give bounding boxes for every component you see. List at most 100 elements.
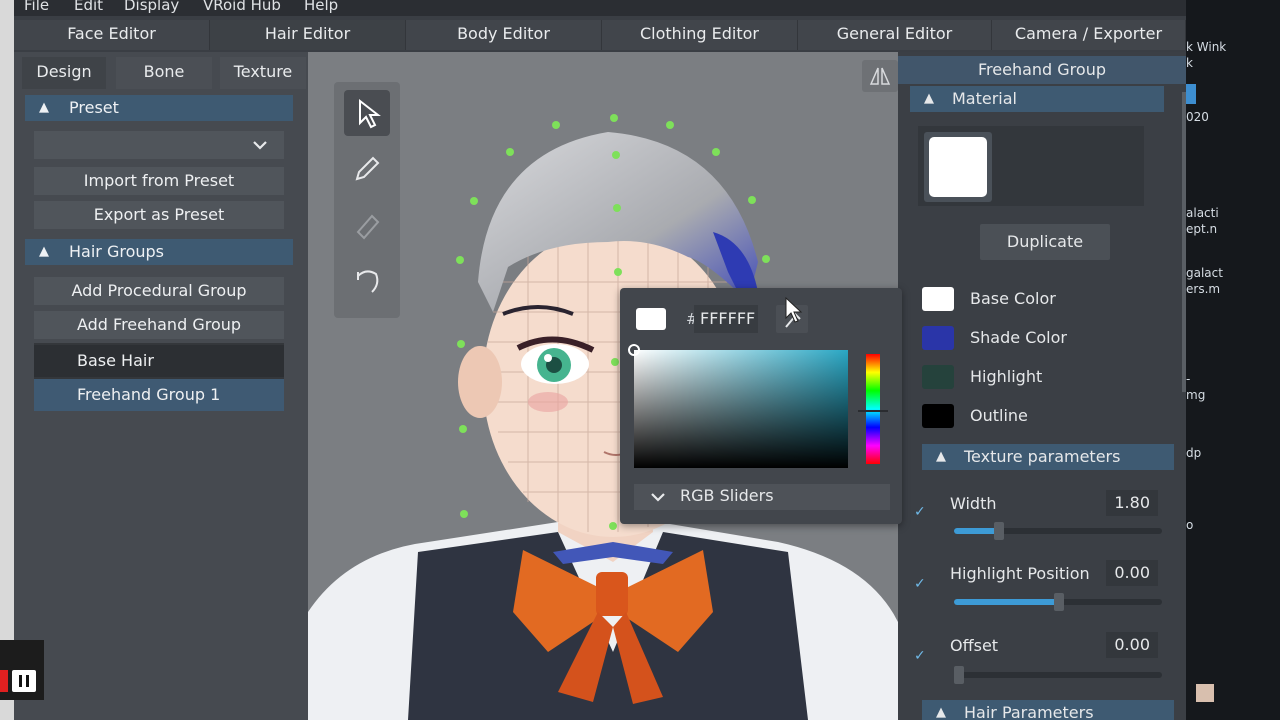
collapse-arrow-icon: ▲ [924, 91, 934, 106]
strip-text: mg [1186, 388, 1206, 402]
duplicate-button[interactable]: Duplicate [980, 224, 1110, 260]
strip-text: galact [1186, 266, 1223, 280]
strip-thumbnail [1196, 684, 1214, 702]
strip-text: - [1186, 372, 1191, 386]
highlight-position-param: ✓ Highlight Position 0.00 [898, 552, 1186, 612]
curve-tool-button[interactable] [344, 258, 390, 304]
offset-slider[interactable] [954, 666, 1162, 684]
preset-dropdown[interactable] [34, 131, 284, 159]
hue-slider[interactable] [866, 354, 880, 464]
strip-highlight [1186, 84, 1196, 104]
tool-rail [334, 82, 400, 318]
highlight-swatch[interactable] [922, 365, 954, 389]
draw-tool-button[interactable] [344, 146, 390, 192]
pause-button[interactable] [12, 670, 36, 692]
tab-clothing-editor[interactable]: Clothing Editor [602, 20, 798, 50]
highlight-position-value[interactable]: 0.00 [1106, 560, 1158, 586]
base-color-swatch[interactable] [922, 287, 954, 311]
rgb-sliders-toggle[interactable]: RGB Sliders [634, 484, 890, 510]
material-section-header[interactable]: ▲ Material [910, 86, 1164, 112]
record-indicator [0, 670, 8, 692]
tab-body-editor[interactable]: Body Editor [406, 20, 602, 50]
material-slot-selected[interactable] [924, 132, 992, 202]
chevron-down-icon [651, 493, 665, 502]
import-from-preset-button[interactable]: Import from Preset [34, 167, 284, 195]
hair-parameters-title: Hair Parameters [964, 703, 1094, 720]
collapse-arrow-icon: ▲ [39, 244, 49, 259]
material-thumbnail [929, 137, 987, 197]
collapse-arrow-icon: ▲ [936, 449, 946, 464]
width-value[interactable]: 1.80 [1106, 490, 1158, 516]
outline-swatch[interactable] [922, 404, 954, 428]
saturation-value-field[interactable] [628, 344, 848, 468]
highlight-position-slider[interactable] [954, 593, 1162, 611]
color-field-cursor[interactable] [628, 344, 640, 356]
slider-knob[interactable] [1054, 593, 1064, 611]
color-picker-popup: # FFFFFF RGB Sliders [620, 288, 902, 524]
offset-label: Offset [950, 636, 999, 655]
strip-text: 020 [1186, 110, 1209, 124]
pause-icon [19, 675, 29, 687]
vroid-studio-window: File Edit Display VRoid Hub Help Face Ed… [14, 0, 1186, 720]
list-item-freehand-group-1[interactable]: Freehand Group 1 [34, 379, 284, 411]
erase-tool-button[interactable] [344, 202, 390, 248]
tab-camera-exporter[interactable]: Camera / Exporter [992, 20, 1186, 50]
offset-value[interactable]: 0.00 [1106, 632, 1158, 658]
width-checkbox[interactable]: ✓ [914, 504, 930, 520]
mirror-icon [869, 67, 891, 85]
tab-general-editor[interactable]: General Editor [798, 20, 992, 50]
hair-groups-title: Hair Groups [69, 242, 164, 261]
width-slider[interactable] [954, 522, 1162, 540]
editor-tabs: Face Editor Hair Editor Body Editor Clot… [14, 16, 1186, 52]
strip-text: k [1186, 56, 1193, 70]
hair-parameters-header[interactable]: ▲ Hair Parameters [922, 700, 1174, 720]
strip-text: dp [1186, 446, 1202, 460]
strip-text: ers.m [1186, 282, 1221, 296]
right-panel: Freehand Group ▲ Material Duplicate Base… [898, 52, 1186, 720]
cursor-arrow-icon [359, 98, 381, 129]
export-as-preset-button[interactable]: Export as Preset [34, 201, 284, 229]
highlight-position-checkbox[interactable]: ✓ [914, 576, 930, 592]
slider-fill [954, 599, 1058, 605]
base-color-label: Base Color [970, 289, 1056, 308]
mirror-toggle-button[interactable] [862, 60, 898, 92]
hair-groups-section-header[interactable]: ▲ Hair Groups [25, 239, 293, 265]
add-freehand-group-button[interactable]: Add Freehand Group [34, 311, 284, 339]
strip-text: ept.n [1186, 222, 1218, 236]
recording-overlay [0, 640, 44, 700]
width-param: ✓ Width 1.80 [898, 482, 1186, 542]
background-window-right: k Wink k 020 alacti ept.n galact ers.m -… [1186, 0, 1280, 720]
slider-knob[interactable] [954, 666, 964, 684]
subtab-bone[interactable]: Bone [116, 57, 212, 89]
material-slot-list [918, 126, 1144, 206]
slider-knob[interactable] [994, 522, 1004, 540]
chevron-down-icon [253, 141, 267, 150]
eraser-icon [356, 214, 380, 240]
menu-display[interactable]: Display [124, 0, 179, 14]
add-procedural-group-button[interactable]: Add Procedural Group [34, 277, 284, 305]
subtab-texture[interactable]: Texture [220, 57, 306, 89]
menu-vroid-hub[interactable]: VRoid Hub [203, 0, 281, 14]
mouse-cursor-icon [785, 296, 803, 323]
offset-checkbox[interactable]: ✓ [914, 648, 930, 664]
menu-file[interactable]: File [24, 0, 49, 14]
subtab-design[interactable]: Design [22, 57, 106, 89]
tab-face-editor[interactable]: Face Editor [14, 20, 210, 50]
material-colors: Base Color Shade Color Highlight Outline [910, 287, 1170, 447]
texture-parameters-title: Texture parameters [964, 447, 1121, 466]
hue-slider-handle[interactable] [858, 410, 888, 412]
texture-parameters-header[interactable]: ▲ Texture parameters [922, 444, 1174, 470]
menu-edit[interactable]: Edit [74, 0, 103, 14]
tab-hair-editor[interactable]: Hair Editor [210, 20, 406, 50]
preset-section-header[interactable]: ▲ Preset [25, 95, 293, 121]
collapse-arrow-icon: ▲ [936, 705, 946, 720]
select-tool-button[interactable] [344, 90, 390, 136]
highlight-position-label: Highlight Position [950, 564, 1090, 583]
menu-help[interactable]: Help [304, 0, 338, 14]
strip-text: alacti [1186, 206, 1219, 220]
shade-color-swatch[interactable] [922, 326, 954, 350]
strip-text: k Wink [1186, 40, 1227, 54]
outline-label: Outline [970, 406, 1028, 425]
hex-input[interactable]: FFFFFF [694, 305, 758, 333]
list-item-base-hair[interactable]: Base Hair [34, 345, 284, 377]
